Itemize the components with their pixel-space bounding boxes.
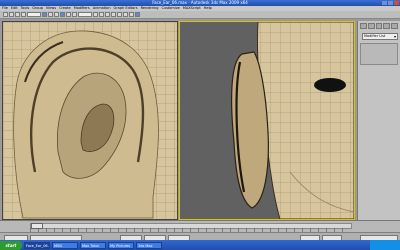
align-icon[interactable] xyxy=(117,12,122,17)
close-icon[interactable] xyxy=(394,1,399,5)
unlink-icon[interactable] xyxy=(21,12,26,17)
selection-filter-dropdown[interactable] xyxy=(27,12,41,17)
taskbar-item[interactable]: MSN xyxy=(52,241,78,249)
material-editor-icon[interactable] xyxy=(123,12,128,17)
display-tab-icon[interactable] xyxy=(391,23,398,29)
link-icon[interactable] xyxy=(15,12,20,17)
command-panel: Modifier List xyxy=(357,21,400,220)
select-by-name-icon[interactable] xyxy=(48,12,53,17)
rectangle-selection-icon[interactable] xyxy=(54,12,59,17)
head-mesh-render xyxy=(180,22,354,219)
window-controls xyxy=(382,1,399,5)
scale-icon[interactable] xyxy=(72,12,77,17)
undo-icon[interactable] xyxy=(3,12,8,17)
motion-tab-icon[interactable] xyxy=(383,23,391,29)
system-tray xyxy=(370,240,400,250)
modify-tab-icon[interactable] xyxy=(367,23,375,29)
taskbar-item[interactable]: Face_Ear_06.max xyxy=(24,241,50,249)
window-title: Face_Ear_06.max - Autodesk 3ds Max 2009 … xyxy=(152,0,248,5)
rotate-icon[interactable] xyxy=(66,12,71,17)
command-panel-tabs xyxy=(358,21,400,29)
taskbar-item[interactable]: Max Tutor xyxy=(80,241,106,249)
taskbar-item[interactable]: My Pictures xyxy=(108,241,134,249)
mirror-icon[interactable] xyxy=(111,12,116,17)
modifier-list-dropdown[interactable]: Modifier List xyxy=(362,33,398,40)
eye-socket xyxy=(314,78,346,92)
select-object-icon[interactable] xyxy=(42,12,47,17)
pivot-icon[interactable] xyxy=(93,12,98,17)
create-tab-icon[interactable] xyxy=(360,23,367,29)
viewport-right[interactable] xyxy=(179,21,355,220)
render-icon[interactable] xyxy=(135,12,140,17)
reference-coordinate-dropdown[interactable] xyxy=(78,12,92,17)
hierarchy-tab-icon[interactable] xyxy=(375,23,383,29)
viewport-left[interactable] xyxy=(2,21,178,220)
windows-taskbar: start Face_Ear_06.max MSN Max Tutor My P… xyxy=(0,240,400,250)
redo-icon[interactable] xyxy=(9,12,14,17)
move-icon[interactable] xyxy=(60,12,65,17)
modifier-stack[interactable] xyxy=(360,43,398,65)
taskbar-item[interactable]: 3ds Max xyxy=(136,241,162,249)
angle-snap-icon[interactable] xyxy=(105,12,110,17)
start-button[interactable]: start xyxy=(0,240,22,250)
maximize-icon[interactable] xyxy=(388,1,393,5)
snap-icon[interactable] xyxy=(99,12,104,17)
minimize-icon[interactable] xyxy=(382,1,387,5)
render-setup-icon[interactable] xyxy=(129,12,134,17)
main-toolbar xyxy=(0,11,400,19)
ear-mesh-render xyxy=(3,22,177,219)
